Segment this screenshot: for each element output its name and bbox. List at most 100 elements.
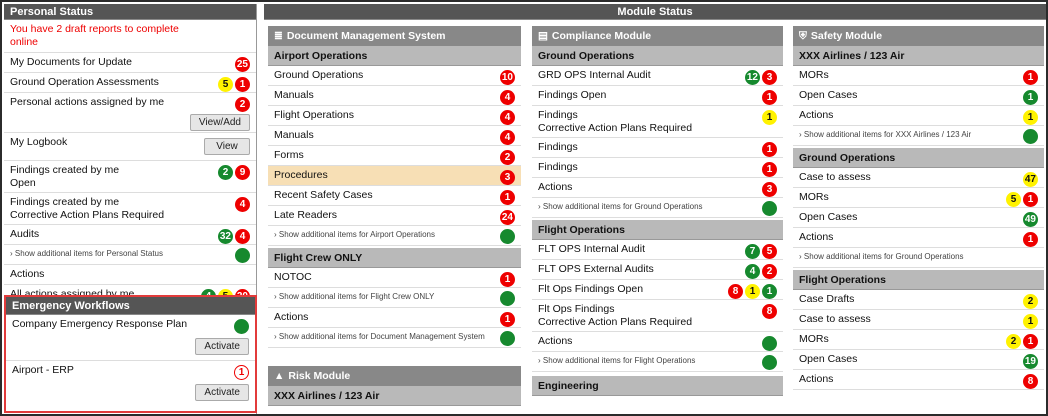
view-add-button[interactable]: View/Add — [189, 114, 250, 131]
count-badge[interactable]: 1 — [762, 110, 777, 125]
count-badge[interactable]: 4 — [235, 229, 250, 244]
view-logbook-button[interactable]: View — [204, 138, 250, 155]
flight-open-cases-row[interactable]: Open Cases 19 — [793, 350, 1044, 370]
findings-open-row[interactable]: Findings Open 1 — [532, 86, 783, 106]
show-more-airline[interactable]: › Show additional items for XXX Airlines… — [793, 126, 1044, 146]
count-badge[interactable]: 1 — [500, 190, 515, 205]
ground-assessments-row[interactable]: Ground Operation Assessments 5 1 — [4, 73, 256, 93]
ground-open-cases-row[interactable]: Open Cases 49 — [793, 208, 1044, 228]
count-badge[interactable]: 1 — [234, 365, 249, 380]
flight-case-assess-row[interactable]: Case to assess 1 — [793, 310, 1044, 330]
flt-external-row[interactable]: FLT OPS External Audits 4 2 — [532, 260, 783, 280]
show-more-flight[interactable]: › Show additional items for Flight Opera… — [532, 352, 783, 372]
count-badge[interactable]: 2 — [235, 97, 250, 112]
count-badge[interactable]: 8 — [762, 304, 777, 319]
activate-airport-erp-button[interactable]: Activate — [195, 384, 249, 401]
count-badge[interactable]: 1 — [1023, 314, 1038, 329]
count-badge[interactable]: 4 — [235, 197, 250, 212]
show-more-crew[interactable]: › Show additional items for Flight Crew … — [268, 288, 521, 308]
dms-row[interactable]: Manuals 4 — [268, 86, 521, 106]
count-badge[interactable]: 24 — [499, 210, 515, 225]
case-assess-row[interactable]: Case to assess 47 — [793, 168, 1044, 188]
actions-row[interactable]: Actions 1 — [793, 106, 1044, 126]
notoc-row[interactable]: NOTOC 1 — [268, 268, 521, 288]
count-badge[interactable]: 2 — [218, 165, 233, 180]
count-badge[interactable]: 3 — [762, 182, 777, 197]
dms-row-highlighted[interactable]: Procedures 3 — [268, 166, 521, 186]
my-documents-row[interactable]: My Documents for Update 25 — [4, 53, 256, 73]
show-more-airport[interactable]: › Show additional items for Airport Oper… — [268, 226, 521, 246]
activate-company-erp-button[interactable]: Activate — [195, 338, 249, 355]
show-more-dms[interactable]: › Show additional items for Document Man… — [268, 328, 521, 348]
count-badge[interactable]: 1 — [745, 284, 760, 299]
count-badge[interactable]: 2 — [1023, 294, 1038, 309]
count-badge[interactable]: 10 — [499, 70, 515, 85]
count-badge[interactable]: 1 — [1023, 110, 1038, 125]
flt-actions-row[interactable]: Actions — [532, 332, 783, 352]
flight-mors-row[interactable]: MORs 2 1 — [793, 330, 1044, 350]
ground-actions-row[interactable]: Actions 3 — [532, 178, 783, 198]
findings-row[interactable]: Findings 1 — [532, 158, 783, 178]
count-badge[interactable]: 25 — [234, 57, 250, 72]
flt-internal-row[interactable]: FLT OPS Internal Audit 7 5 — [532, 240, 783, 260]
findings-cap-row[interactable]: Findings created by me Corrective Action … — [4, 193, 256, 225]
count-badge[interactable]: 4 — [500, 110, 515, 125]
audits-row[interactable]: Audits 32 4 — [4, 225, 256, 245]
findings-cap-row[interactable]: Findings Corrective Action Plans Required… — [532, 106, 783, 138]
count-badge[interactable]: 1 — [235, 77, 250, 92]
count-badge[interactable]: 4 — [500, 130, 515, 145]
findings-open-row[interactable]: Findings created by me Open 2 9 — [4, 161, 256, 193]
dms-row[interactable]: Forms 2 — [268, 146, 521, 166]
flight-actions-row[interactable]: Actions 8 — [793, 370, 1044, 390]
count-badge[interactable]: 4 — [500, 90, 515, 105]
dms-row[interactable]: Ground Operations 10 — [268, 66, 521, 86]
count-badge[interactable]: 1 — [1023, 232, 1038, 247]
count-badge[interactable]: 12 — [744, 70, 760, 85]
count-badge[interactable]: 1 — [500, 272, 515, 287]
count-badge[interactable]: 3 — [500, 170, 515, 185]
count-badge[interactable]: 1 — [1023, 90, 1038, 105]
show-more-personal[interactable]: › Show additional items for Personal Sta… — [4, 245, 256, 265]
dms-actions-row[interactable]: Actions 1 — [268, 308, 521, 328]
count-badge[interactable]: 9 — [235, 165, 250, 180]
count-badge[interactable]: 47 — [1022, 172, 1038, 187]
count-badge[interactable]: 3 — [762, 70, 777, 85]
flt-findings-open-row[interactable]: Flt Ops Findings Open 8 1 1 — [532, 280, 783, 300]
findings-row[interactable]: Findings 1 — [532, 138, 783, 158]
grd-audit-row[interactable]: GRD OPS Internal Audit 12 3 — [532, 66, 783, 86]
dms-row[interactable]: Flight Operations 4 — [268, 106, 521, 126]
mors-row[interactable]: MORs 1 — [793, 66, 1044, 86]
count-badge[interactable]: 1 — [762, 162, 777, 177]
count-badge[interactable]: 8 — [728, 284, 743, 299]
case-drafts-row[interactable]: Case Drafts 2 — [793, 290, 1044, 310]
dms-row[interactable]: Late Readers 24 — [268, 206, 521, 226]
dms-row[interactable]: Recent Safety Cases 1 — [268, 186, 521, 206]
ground-actions-row[interactable]: Actions 1 — [793, 228, 1044, 248]
count-badge[interactable]: 1 — [762, 284, 777, 299]
count-badge[interactable]: 8 — [1023, 374, 1038, 389]
count-badge[interactable]: 7 — [745, 244, 760, 259]
count-badge[interactable]: 4 — [745, 264, 760, 279]
count-badge[interactable]: 1 — [1023, 70, 1038, 85]
count-badge[interactable]: 2 — [1006, 334, 1021, 349]
count-badge[interactable]: 49 — [1022, 212, 1038, 227]
ground-mors-row[interactable]: MORs 5 1 — [793, 188, 1044, 208]
count-badge[interactable]: 2 — [500, 150, 515, 165]
count-badge[interactable]: 1 — [1023, 192, 1038, 207]
count-badge[interactable]: 1 — [1023, 334, 1038, 349]
show-more-safety-ground[interactable]: › Show additional items for Ground Opera… — [793, 248, 1044, 268]
flt-findings-cap-row[interactable]: Flt Ops Findings Corrective Action Plans … — [532, 300, 783, 332]
count-badge[interactable]: 1 — [762, 142, 777, 157]
count-badge[interactable]: 32 — [217, 229, 233, 244]
open-cases-row[interactable]: Open Cases 1 — [793, 86, 1044, 106]
count-badge[interactable]: 19 — [1022, 354, 1038, 369]
dms-row[interactable]: Manuals 4 — [268, 126, 521, 146]
count-badge[interactable]: 1 — [762, 90, 777, 105]
count-badge[interactable]: 1 — [500, 312, 515, 327]
count-badge[interactable]: 2 — [762, 264, 777, 279]
show-more-ground[interactable]: › Show additional items for Ground Opera… — [532, 198, 783, 218]
count-badge[interactable]: 5 — [1006, 192, 1021, 207]
count-badge[interactable]: 5 — [762, 244, 777, 259]
draft-notice[interactable]: You have 2 draft reports to complete onl… — [4, 20, 256, 53]
count-badge[interactable]: 5 — [218, 77, 233, 92]
